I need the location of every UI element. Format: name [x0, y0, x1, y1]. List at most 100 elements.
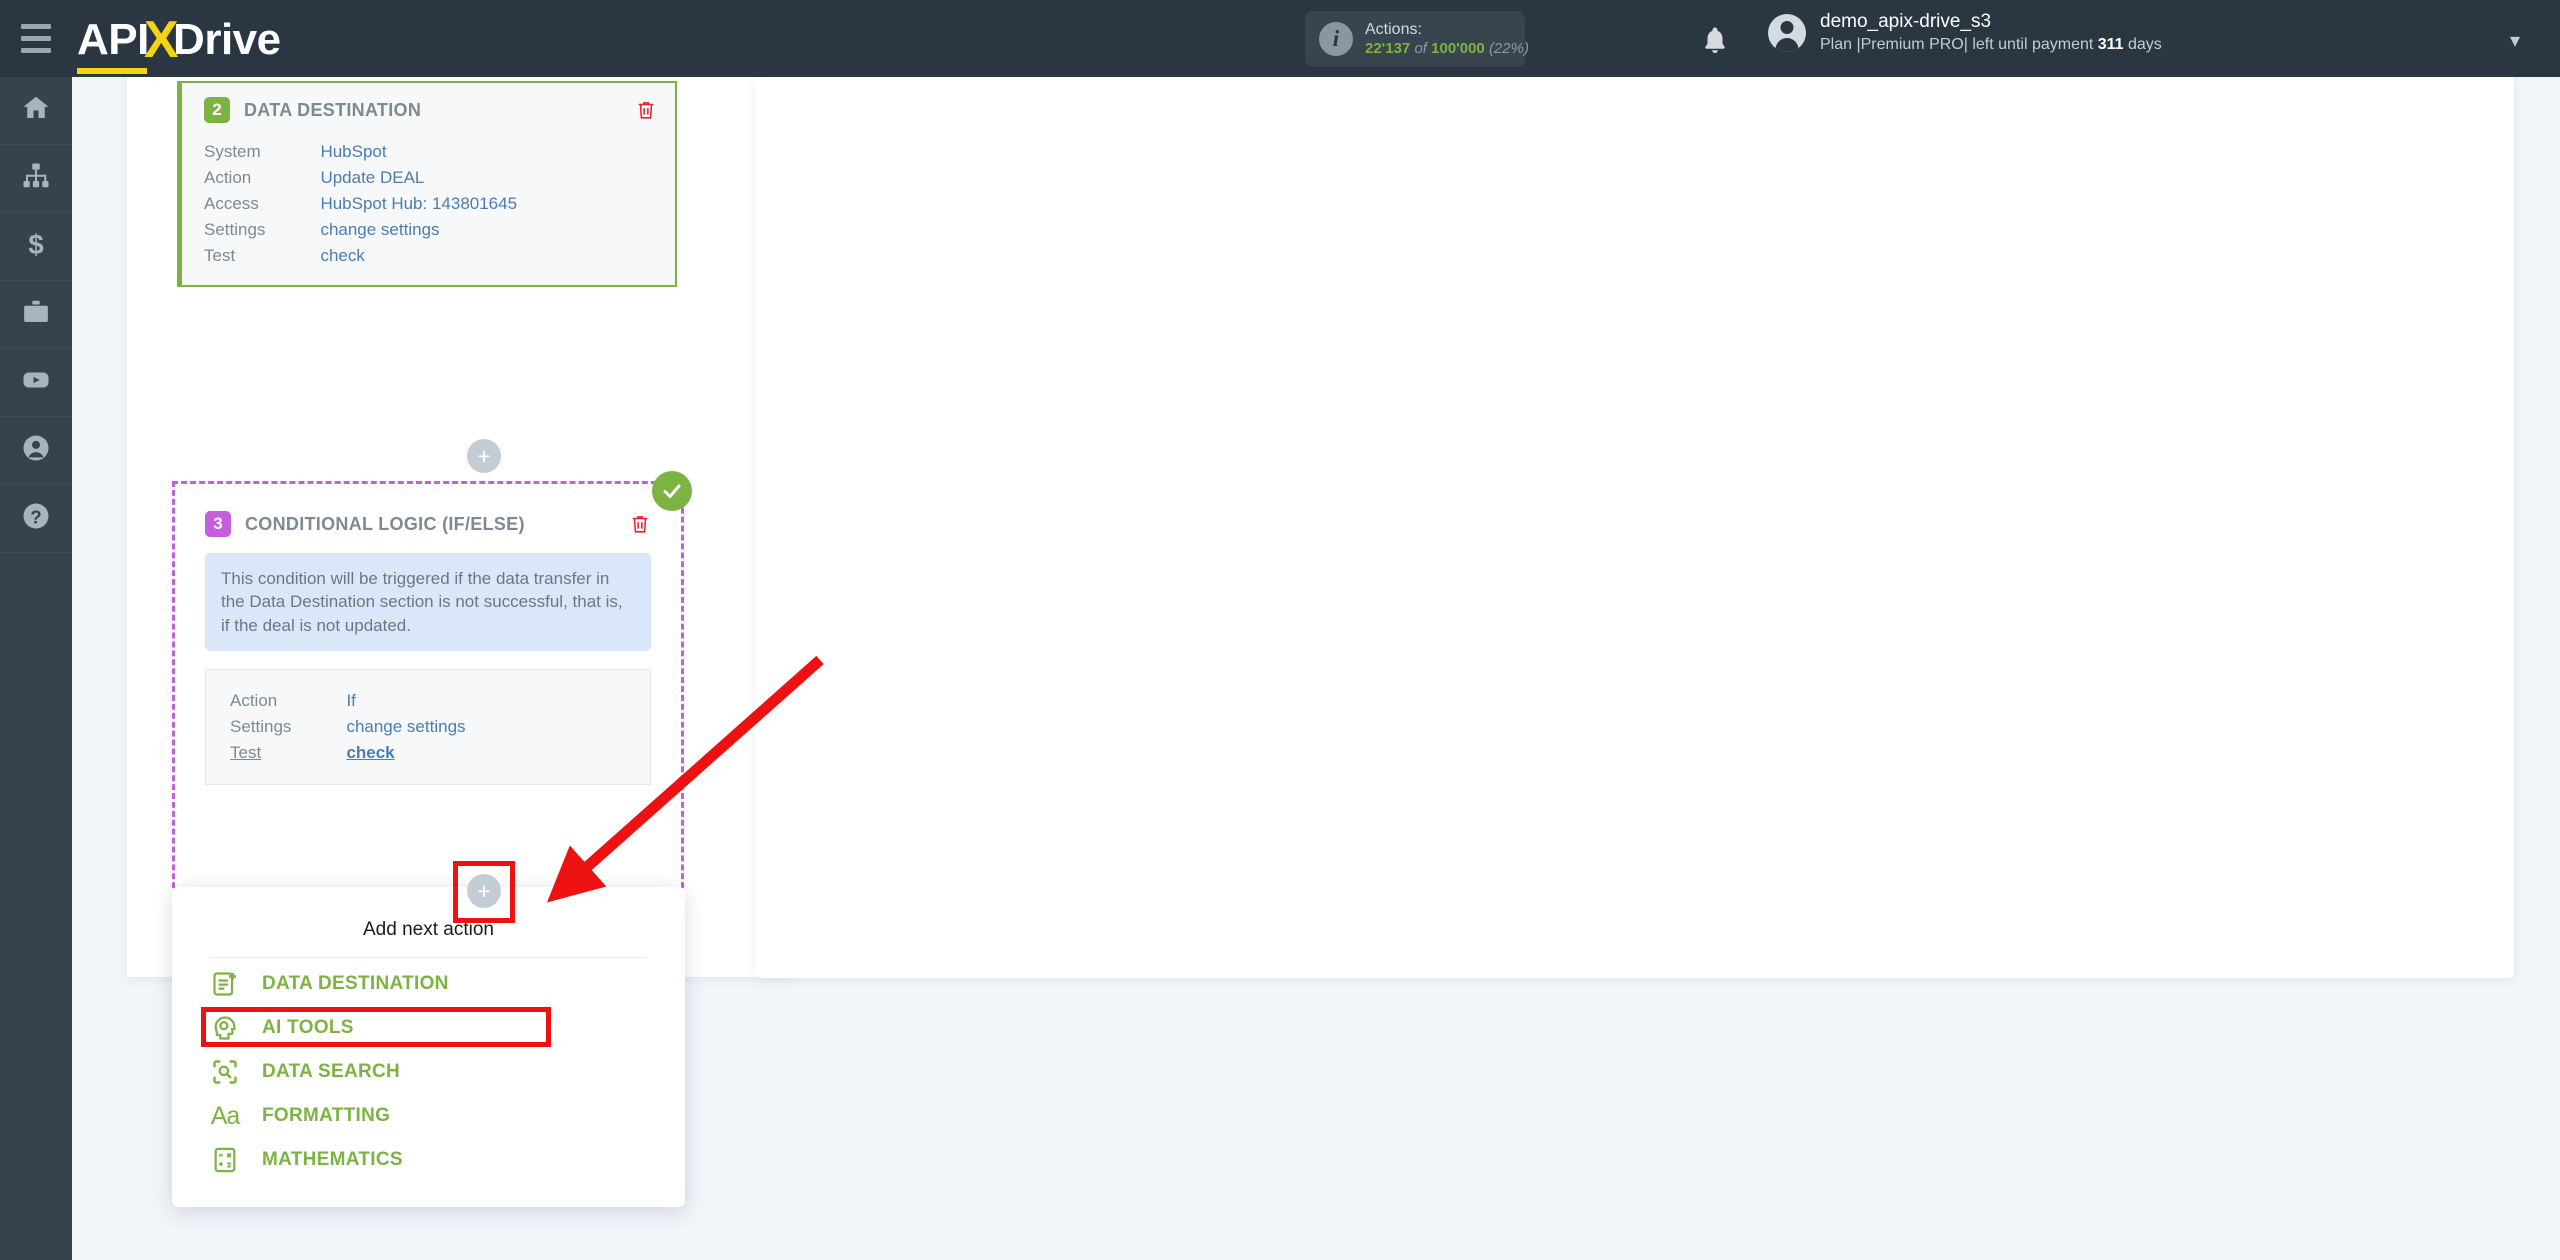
- menu-item-ai-tools[interactable]: AI TOOLS: [172, 1006, 685, 1050]
- sidebar-item-billing[interactable]: $: [0, 213, 72, 281]
- actions-total: 100'000: [1431, 39, 1485, 57]
- detail-key: Test: [204, 246, 236, 265]
- condition-note: This condition will be triggered if the …: [205, 553, 651, 652]
- detail-key: System: [204, 142, 261, 161]
- menu-item-label: FORMATTING: [262, 1105, 391, 1126]
- detail-key: Action: [204, 168, 252, 187]
- step-conditional-logic[interactable]: 3 CONDITIONAL LOGIC (IF/ELSE) This condi…: [187, 497, 669, 786]
- detail-row: Settings change settings: [230, 714, 466, 740]
- detail-row: Test check: [230, 740, 466, 766]
- detail-row: Action If: [230, 688, 466, 714]
- workspace: 2 DATA DESTINATION System HubSpot Action…: [72, 77, 2560, 1260]
- detail-value[interactable]: change settings: [320, 217, 517, 243]
- detail-panel: [755, 77, 2514, 978]
- step-details-box: Action If Settings change settings Test …: [205, 669, 651, 786]
- user-account-menu[interactable]: demo_apix-drive_s3 Plan |Premium PRO| le…: [1768, 10, 2162, 55]
- plan-prefix: Plan |Premium PRO| left until payment: [1820, 35, 2098, 53]
- menu-item-formatting[interactable]: Aa FORMATTING: [172, 1094, 685, 1138]
- hamburger-icon[interactable]: [0, 0, 72, 77]
- dollar-icon: $: [21, 229, 51, 264]
- actions-of: of: [1414, 39, 1427, 57]
- check-circle-icon: [652, 471, 692, 511]
- sidebar-item-video[interactable]: [0, 349, 72, 417]
- sidebar-item-help[interactable]: ?: [0, 485, 72, 553]
- menu-item-data-destination[interactable]: DATA DESTINATION: [172, 962, 685, 1006]
- detail-value[interactable]: HubSpot Hub: 143801645: [320, 191, 517, 217]
- document-plus-icon: [210, 969, 240, 999]
- menu-item-label: DATA DESTINATION: [262, 973, 449, 994]
- trash-icon[interactable]: [629, 512, 651, 541]
- logo-part-x: X: [143, 10, 179, 69]
- home-icon: [21, 93, 51, 128]
- actions-label: Actions:: [1365, 21, 1422, 39]
- step-header: 2 DATA DESTINATION: [204, 97, 657, 123]
- youtube-icon: [21, 365, 51, 400]
- detail-row: System HubSpot: [204, 139, 517, 165]
- detail-value[interactable]: If: [346, 688, 465, 714]
- menu-title: Add next action: [363, 919, 494, 940]
- detail-value[interactable]: check: [320, 243, 517, 269]
- chevron-down-icon[interactable]: ▾: [2510, 28, 2520, 53]
- step-title: DATA DESTINATION: [244, 99, 422, 120]
- aa-text-icon: Aa: [210, 1101, 241, 1131]
- detail-value[interactable]: check: [346, 740, 465, 766]
- menu-divider: [210, 957, 647, 958]
- svg-text:$: $: [28, 229, 43, 259]
- actions-percent: (22%): [1488, 39, 1529, 57]
- user-info: demo_apix-drive_s3 Plan |Premium PRO| le…: [1820, 10, 2162, 55]
- step-details-table: Action If Settings change settings Test …: [230, 688, 466, 766]
- hamburger-bar: [21, 24, 51, 29]
- actions-quota-box[interactable]: i Actions: 22'137 of 100'000 (22%): [1305, 11, 1529, 67]
- menu-item-data-search[interactable]: DATA SEARCH: [172, 1050, 685, 1094]
- sidebar-item-connections[interactable]: [0, 145, 72, 213]
- detail-row: Access HubSpot Hub: 143801645: [204, 191, 517, 217]
- user-name: demo_apix-drive_s3: [1820, 11, 1992, 32]
- detail-key: Test: [230, 743, 262, 763]
- info-icon: i: [1319, 22, 1353, 56]
- step-number-badge: 3: [205, 511, 231, 537]
- actions-counter: 22'137 of 100'000 (22%): [1365, 40, 1529, 58]
- step-header: 3 CONDITIONAL LOGIC (IF/ELSE): [205, 511, 651, 537]
- detail-key: Settings: [204, 220, 266, 239]
- connections-icon: [21, 161, 51, 196]
- step-details-table: System HubSpot Action Update DEAL Access…: [204, 139, 517, 269]
- step-data-destination[interactable]: 2 DATA DESTINATION System HubSpot Action…: [177, 81, 677, 287]
- step-number-badge: 2: [204, 97, 230, 123]
- calculator-icon: [210, 1145, 240, 1175]
- trash-icon[interactable]: [635, 98, 657, 127]
- add-step-button[interactable]: +: [467, 439, 501, 473]
- user-icon: [21, 433, 51, 468]
- ai-head-icon: [210, 1013, 240, 1043]
- add-next-action-menu: Add next action DATA DESTINATION AI TOOL…: [172, 887, 685, 1207]
- menu-item-label: MATHEMATICS: [262, 1149, 403, 1170]
- actions-used: 22'137: [1365, 39, 1411, 57]
- plan-days: 311: [2097, 35, 2124, 53]
- menu-item-mathematics[interactable]: MATHEMATICS: [172, 1138, 685, 1182]
- search-frame-icon: [210, 1057, 240, 1087]
- detail-value[interactable]: HubSpot: [320, 139, 517, 165]
- menu-item-label: DATA SEARCH: [262, 1061, 401, 1082]
- detail-key: Access: [204, 194, 259, 213]
- menu-item-label: AI TOOLS: [262, 1017, 354, 1038]
- sidebar-item-business[interactable]: [0, 281, 72, 349]
- hamburger-bar: [21, 36, 51, 41]
- detail-value[interactable]: Update DEAL: [320, 165, 517, 191]
- logo-part-drive: Drive: [173, 14, 281, 64]
- detail-value[interactable]: change settings: [346, 714, 465, 740]
- hamburger-bar: [21, 48, 51, 53]
- add-next-action-button[interactable]: +: [467, 874, 501, 908]
- apix-drive-logo[interactable]: API X Drive: [77, 7, 281, 74]
- aa-glyph: Aa: [210, 1101, 241, 1130]
- avatar: [1768, 13, 1806, 52]
- left-sidebar: $ ?: [0, 77, 72, 1260]
- sidebar-item-account[interactable]: [0, 417, 72, 485]
- sidebar-item-home[interactable]: [0, 77, 72, 145]
- detail-key: Action: [230, 691, 278, 711]
- briefcase-icon: [21, 297, 51, 332]
- bell-icon[interactable]: [1700, 24, 1730, 56]
- actions-quota-text: Actions: 22'137 of 100'000 (22%): [1365, 20, 1529, 58]
- step-title: CONDITIONAL LOGIC (IF/ELSE): [245, 513, 525, 534]
- top-header: API X Drive i Actions: 22'137 of 100'000 (…: [0, 0, 2560, 77]
- detail-row: Test check: [204, 243, 517, 269]
- plan-suffix: days: [2123, 35, 2162, 53]
